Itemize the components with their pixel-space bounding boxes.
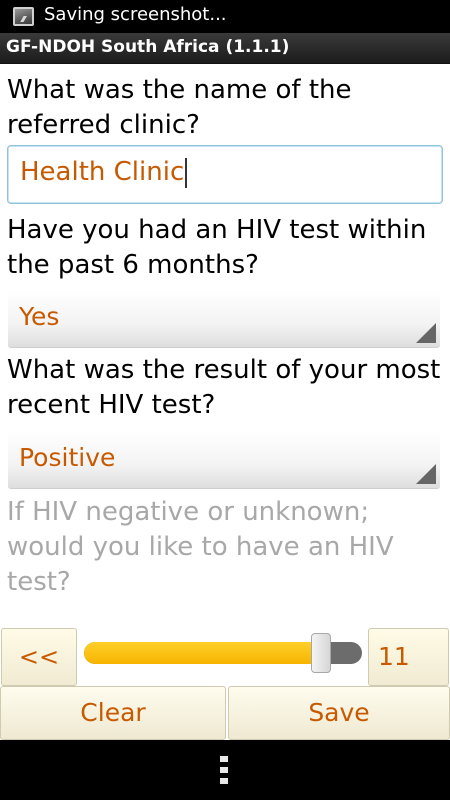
menu-icon[interactable] <box>220 756 228 784</box>
page-number: 11 <box>378 642 410 671</box>
hiv-test-result-select[interactable]: Positive <box>8 431 440 489</box>
save-button-label: Save <box>308 698 370 727</box>
previous-button[interactable]: << <box>1 628 77 686</box>
status-bar: Saving screenshot... <box>0 0 450 33</box>
system-navigation-bar <box>0 740 450 800</box>
question-would-like-hiv-test: If HIV negative or unknown; would you li… <box>7 497 394 597</box>
clear-button[interactable]: Clear <box>0 686 226 740</box>
hiv-test-6-months-value: Yes <box>19 302 60 331</box>
question-hiv-test-6-months: Have you had an HIV test within the past… <box>7 215 427 280</box>
previous-button-label: << <box>18 643 60 671</box>
dropdown-arrow-icon <box>416 323 436 343</box>
status-text: Saving screenshot... <box>44 4 227 25</box>
question-referred-clinic: What was the name of the referred clinic… <box>7 75 352 140</box>
screenshot-icon <box>13 7 34 26</box>
hiv-test-6-months-select[interactable]: Yes <box>8 290 440 348</box>
hiv-test-result-value: Positive <box>19 443 116 472</box>
text-cursor <box>185 157 188 188</box>
page-number-box[interactable]: 11 <box>368 628 449 686</box>
clear-button-label: Clear <box>80 698 146 727</box>
referred-clinic-input[interactable]: Health Clinic <box>7 145 443 204</box>
slider-fill <box>84 642 321 664</box>
question-hiv-test-result: What was the result of your most recent … <box>7 355 441 420</box>
app-title-bar: GF-NDOH South Africa (1.1.1) <box>0 33 450 64</box>
slider-thumb[interactable] <box>311 633 331 673</box>
app-title: GF-NDOH South Africa (1.1.1) <box>6 37 290 57</box>
referred-clinic-value: Health Clinic <box>20 157 188 188</box>
navigation-row: << 11 <box>0 626 450 686</box>
dropdown-arrow-icon <box>416 464 436 484</box>
save-button[interactable]: Save <box>228 686 450 740</box>
action-row: Clear Save <box>0 686 450 740</box>
question-slider[interactable] <box>84 633 362 673</box>
